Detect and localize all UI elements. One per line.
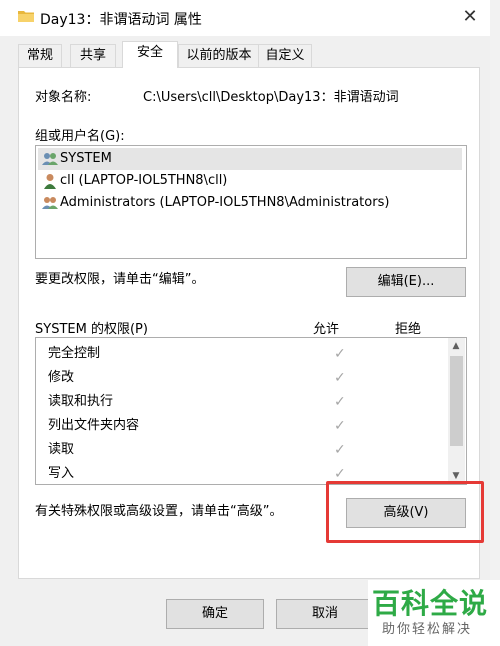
permission-row: 读取和执行 ✓ xyxy=(48,390,448,414)
cancel-button[interactable]: 取消 xyxy=(276,599,374,629)
tab-security[interactable]: 安全 xyxy=(122,41,178,68)
allow-header: 允许 xyxy=(313,322,340,337)
title-bar: Day13：非谓语动词 属性 ✕ xyxy=(0,0,490,36)
properties-dialog: Day13：非谓语动词 属性 ✕ 常规 共享 安全 以前的版本 自定义 对象名称… xyxy=(0,0,490,646)
allow-check-icon: ✓ xyxy=(334,442,346,458)
edit-hint: 要更改权限，请单击“编辑”。 xyxy=(35,272,205,287)
allow-check-icon: ✓ xyxy=(334,418,346,434)
background-right-strip xyxy=(490,0,500,646)
object-path: C:\Users\cll\Desktop\Day13：非谓语动词 xyxy=(143,90,399,105)
permission-name: 列出文件夹内容 xyxy=(48,418,140,433)
user-icon xyxy=(44,174,56,189)
permission-row: 修改 ✓ xyxy=(48,366,448,390)
watermark-sub: 助你轻松解决 xyxy=(382,622,473,637)
window-title: Day13：非谓语动词 属性 xyxy=(40,12,202,28)
tab-general[interactable]: 常规 xyxy=(18,44,62,67)
deny-header: 拒绝 xyxy=(395,322,422,337)
user-listbox[interactable]: SYSTEM cll (LAPTOP-IOL5THN8\cll) Adminis… xyxy=(35,145,467,259)
users-group-icon xyxy=(42,197,58,209)
user-name: SYSTEM xyxy=(60,151,112,166)
permission-name: 完全控制 xyxy=(48,346,101,361)
folder-icon xyxy=(18,11,34,22)
close-button[interactable]: ✕ xyxy=(455,3,485,31)
permission-name: 修改 xyxy=(48,370,75,385)
user-name: Administrators (LAPTOP-IOL5THN8\Administ… xyxy=(60,195,390,210)
allow-check-icon: ✓ xyxy=(334,370,346,386)
permission-row: 列出文件夹内容 ✓ xyxy=(48,414,448,438)
tab-sharing[interactable]: 共享 xyxy=(70,44,116,67)
object-name-label: 对象名称: xyxy=(35,90,92,105)
scrollbar-thumb[interactable] xyxy=(450,356,463,446)
permissions-scrollbar[interactable]: ▲ ▼ xyxy=(448,338,465,484)
watermark: 百科全说 助你轻松解决 xyxy=(368,580,500,646)
tab-customize[interactable]: 自定义 xyxy=(258,44,312,67)
user-name: cll (LAPTOP-IOL5THN8\cll) xyxy=(60,173,228,188)
permission-row: 完全控制 ✓ xyxy=(48,342,448,366)
permissions-listbox[interactable]: 完全控制 ✓ 修改 ✓ 读取和执行 ✓ 列出文件夹内容 ✓ 读取 ✓ 写入 ✓ xyxy=(35,337,467,485)
users-group-icon xyxy=(42,153,58,165)
permission-name: 读取和执行 xyxy=(48,394,114,409)
user-item-administrators[interactable]: Administrators (LAPTOP-IOL5THN8\Administ… xyxy=(38,192,389,214)
edit-button[interactable]: 编辑(E)... xyxy=(346,267,466,297)
ok-button[interactable]: 确定 xyxy=(166,599,264,629)
permission-row: 读取 ✓ xyxy=(48,438,448,462)
permission-name: 写入 xyxy=(48,466,75,481)
allow-check-icon: ✓ xyxy=(334,394,346,410)
tab-previous-versions[interactable]: 以前的版本 xyxy=(178,44,260,67)
scroll-up-icon[interactable]: ▲ xyxy=(448,338,464,354)
group-user-label: 组或用户名(G): xyxy=(35,129,125,144)
user-item-system[interactable]: SYSTEM xyxy=(38,148,462,170)
advanced-hint: 有关特殊权限或高级设置，请单击“高级”。 xyxy=(35,504,283,519)
watermark-main: 百科全说 xyxy=(372,587,489,620)
user-item-cll[interactable]: cll (LAPTOP-IOL5THN8\cll) xyxy=(38,170,227,192)
permissions-label: SYSTEM 的权限(P) xyxy=(35,322,148,337)
highlight-box xyxy=(326,481,484,543)
allow-check-icon: ✓ xyxy=(334,346,346,362)
permission-name: 读取 xyxy=(48,442,75,457)
